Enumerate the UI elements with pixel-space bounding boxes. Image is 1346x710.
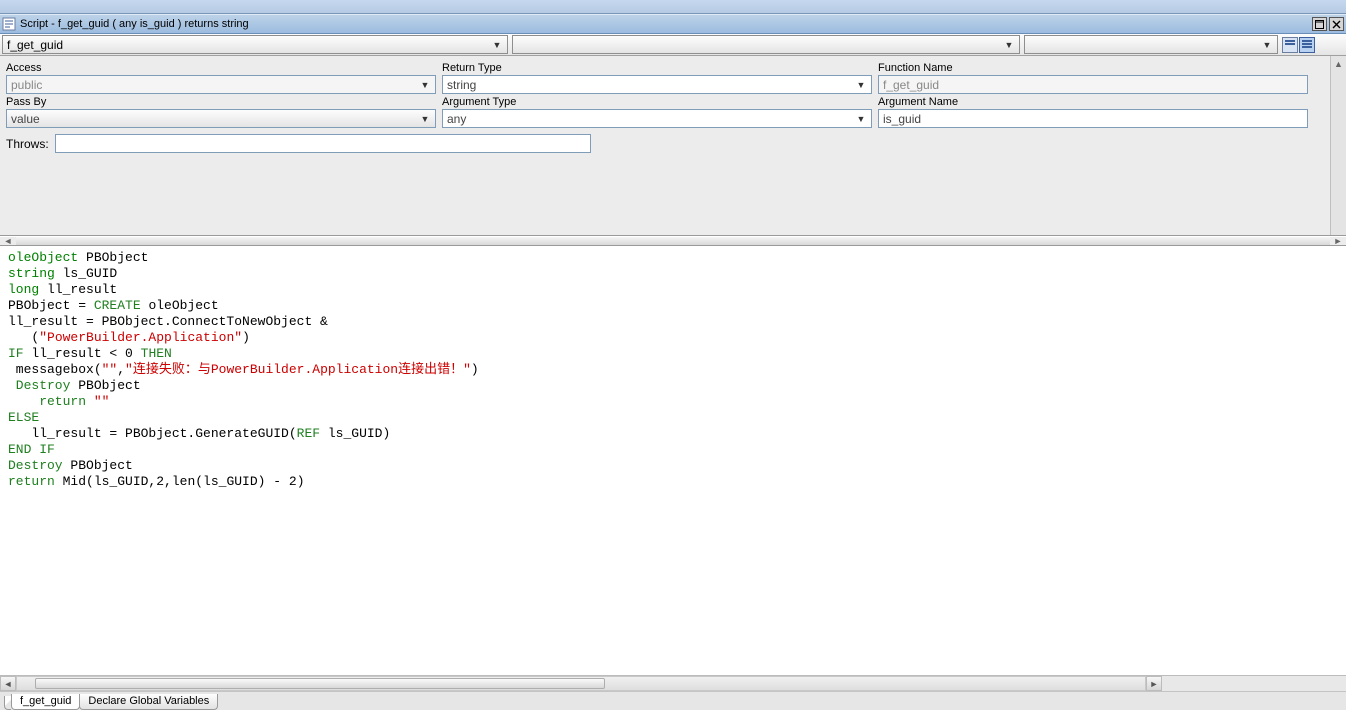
throws-label: Throws: — [6, 137, 49, 151]
chevron-down-icon: ▼ — [1261, 40, 1273, 50]
function-selector[interactable]: f_get_guid ▼ — [2, 35, 508, 54]
bottom-tabs: f_get_guid Declare Global Variables — [0, 691, 1346, 710]
close-button[interactable] — [1329, 17, 1344, 31]
argtype-label: Argument Type — [442, 96, 872, 108]
event-selector[interactable]: ▼ — [512, 35, 1020, 54]
passby-field[interactable]: value▼ — [6, 109, 436, 128]
scroll-up-icon[interactable]: ▲ — [1331, 56, 1346, 72]
chevron-down-icon: ▼ — [855, 114, 867, 124]
view-toggle-script[interactable] — [1299, 37, 1315, 53]
returntype-label: Return Type — [442, 62, 872, 74]
code-text[interactable]: oleObject PBObject string ls_GUID long l… — [0, 246, 1346, 494]
window-titlebar: Script - f_get_guid ( any is_guid ) retu… — [0, 14, 1346, 34]
scroll-right-icon[interactable]: ► — [1330, 237, 1346, 245]
top-strip — [0, 0, 1346, 14]
throws-field[interactable] — [55, 134, 591, 153]
maximize-button[interactable] — [1312, 17, 1327, 31]
script-icon — [2, 17, 16, 31]
argtype-field[interactable]: any▼ — [442, 109, 872, 128]
chevron-down-icon: ▼ — [855, 80, 867, 90]
funcname-label: Function Name — [878, 62, 1308, 74]
panel-vscroll[interactable]: ▲ — [1330, 56, 1346, 235]
returntype-field[interactable]: string▼ — [442, 75, 872, 94]
object-selector-row: f_get_guid ▼ ▼ ▼ — [0, 34, 1346, 56]
access-label: Access — [6, 62, 436, 74]
window-title: Script - f_get_guid ( any is_guid ) retu… — [20, 18, 1312, 30]
scroll-right-icon[interactable]: ► — [1146, 676, 1162, 691]
chevron-down-icon: ▼ — [419, 80, 431, 90]
scroll-left-icon[interactable]: ◄ — [0, 237, 16, 245]
view-toggle-prototype[interactable] — [1282, 37, 1298, 53]
ancestor-selector[interactable]: ▼ — [1024, 35, 1278, 54]
access-field[interactable]: public▼ — [6, 75, 436, 94]
argname-label: Argument Name — [878, 96, 1308, 108]
hscroll-thumb[interactable] — [35, 678, 605, 689]
chevron-down-icon: ▼ — [1003, 40, 1015, 50]
chevron-down-icon: ▼ — [419, 114, 431, 124]
chevron-down-icon: ▼ — [491, 40, 503, 50]
funcname-field[interactable]: f_get_guid — [878, 75, 1308, 94]
function-selector-text: f_get_guid — [7, 38, 63, 52]
scroll-left-icon[interactable]: ◄ — [0, 676, 16, 691]
code-editor[interactable]: oleObject PBObject string ls_GUID long l… — [0, 246, 1346, 691]
argname-field[interactable]: is_guid — [878, 109, 1308, 128]
editor-hscroll[interactable]: ◄ ► — [0, 675, 1346, 691]
declaration-panel: Access public▼ Pass By value▼ Return Typ… — [0, 56, 1346, 236]
passby-label: Pass By — [6, 96, 436, 108]
tab-declare-globals[interactable]: Declare Global Variables — [79, 694, 218, 710]
tab-fgetguid[interactable]: f_get_guid — [11, 694, 80, 710]
panel-hscroll[interactable]: ◄ ► — [0, 236, 1346, 246]
